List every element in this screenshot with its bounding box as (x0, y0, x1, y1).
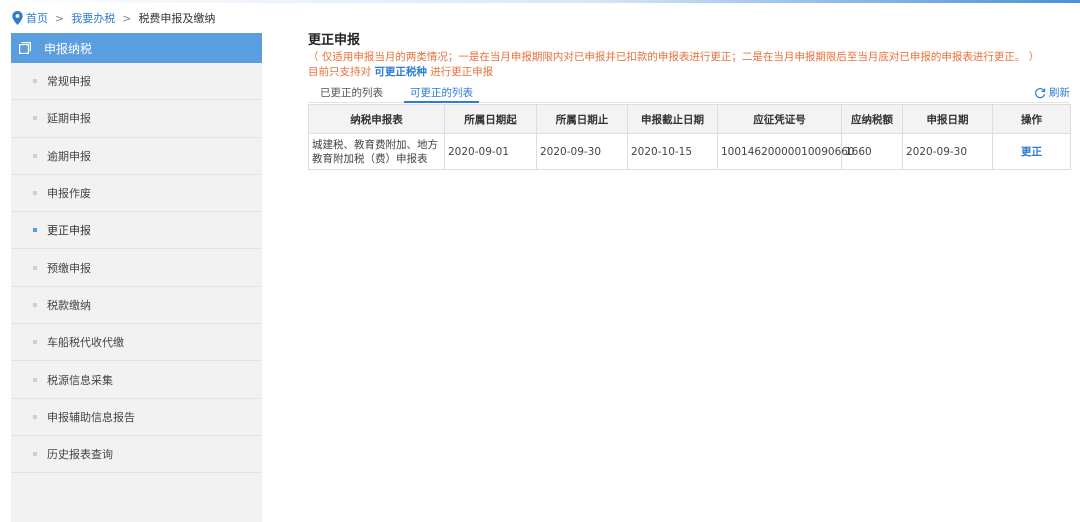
sidebar-header[interactable]: 申报纳税 (11, 33, 262, 63)
column-header: 申报截止日期 (627, 104, 718, 134)
bullet-icon (33, 191, 37, 196)
cell-deadline: 2020-10-15 (627, 133, 718, 170)
sidebar-item-auxiliary-report[interactable]: 申报辅助信息报告 (11, 399, 262, 436)
sidebar-item-prepayment-declaration[interactable]: 预缴申报 (11, 249, 262, 287)
menu-list-icon (19, 42, 31, 54)
sidebar-item-vehicle-tax[interactable]: 车船税代收代缴 (11, 324, 262, 362)
sidebar-item-correction-declaration[interactable]: 更正申报 (11, 212, 262, 250)
refresh-icon (1035, 87, 1046, 98)
sidebar-item-regular-declaration[interactable]: 常规申报 (11, 63, 262, 101)
column-header: 纳税申报表 (308, 104, 445, 134)
sidebar-item-label: 预缴申报 (47, 261, 91, 275)
sidebar-item-label: 申报辅助信息报告 (47, 410, 135, 424)
breadcrumb: 首页 > 我要办税 > 税费申报及缴纳 (12, 11, 215, 25)
cell-tax-amount: 1660 (841, 133, 903, 170)
bullet-icon (33, 302, 37, 307)
main-content: 更正申报 （ 仅适用申报当月的两类情况；一是在当月申报期限内对已申报并已扣款的申… (308, 33, 1071, 170)
bullet-icon (33, 377, 37, 382)
column-header: 应纳税额 (841, 104, 903, 134)
sidebar-item-label: 税款缴纳 (47, 298, 91, 312)
sidebar-item-label: 税源信息采集 (47, 373, 113, 387)
sidebar-item-overdue-declaration[interactable]: 逾期申报 (11, 138, 262, 175)
sidebar-item-tax-source-collection[interactable]: 税源信息采集 (11, 361, 262, 399)
cell-declare-date: 2020-09-30 (902, 133, 993, 170)
correctable-table: 纳税申报表 所属日期起 所属日期止 申报截止日期 应征凭证号 应纳税额 申报日期… (308, 104, 1071, 170)
location-pin-icon (12, 11, 23, 25)
sidebar-item-label: 申报作废 (47, 187, 91, 201)
refresh-label: 刷新 (1049, 87, 1070, 99)
sidebar-title: 申报纳税 (44, 41, 93, 56)
sidebar-item-label: 更正申报 (47, 224, 91, 238)
bullet-icon (33, 116, 37, 121)
breadcrumb-section-link[interactable]: 我要办税 (71, 10, 115, 26)
page-title: 更正申报 (308, 33, 361, 48)
cell-voucher-number: 10014620000010090660 (717, 133, 855, 170)
cell-period-start: 2020-09-01 (444, 133, 537, 170)
tab-correctable-list[interactable]: 可更正的列表 (404, 85, 479, 103)
list-tabs: 已更正的列表 可更正的列表 刷新 (308, 85, 1070, 103)
correctable-tax-types-link[interactable]: 可更正税种 (374, 66, 427, 78)
correct-button[interactable]: 更正 (1021, 146, 1042, 158)
table-row: 城建税、教育费附加、地方教育附加税（费）申报表 2020-09-01 2020-… (308, 133, 1071, 170)
column-header: 所属日期止 (536, 104, 628, 134)
sidebar-item-label: 延期申报 (47, 112, 91, 126)
sidebar-item-label: 历史报表查询 (47, 448, 113, 462)
notice-text: （ 仅适用申报当月的两类情况；一是在当月申报期限内对已申报并已扣款的申报表进行更… (308, 51, 1040, 63)
notice-support-text: 目前只支持对 可更正税种 进行更正申报 (308, 65, 1070, 79)
cell-action: 更正 (992, 133, 1071, 170)
sidebar: 申报纳税 常规申报 延期申报 逾期申报 申报作废 更正申报 预缴申报 税款缴纳 … (11, 33, 262, 522)
breadcrumb-home-link[interactable]: 首页 (26, 10, 48, 26)
column-header: 操作 (992, 104, 1071, 134)
sidebar-item-label: 常规申报 (47, 75, 91, 89)
sidebar-item-deferred-declaration[interactable]: 延期申报 (11, 100, 262, 138)
notice-suffix: 进行更正申报 (430, 66, 494, 78)
bullet-icon (33, 79, 37, 84)
sidebar-item-void-declaration[interactable]: 申报作废 (11, 175, 262, 213)
breadcrumb-current: 税费申报及缴纳 (138, 12, 216, 25)
column-header: 应征凭证号 (717, 104, 842, 134)
tab-corrected-list[interactable]: 已更正的列表 (320, 85, 383, 103)
breadcrumb-separator: > (55, 11, 65, 25)
bullet-icon (33, 340, 37, 345)
column-header: 所属日期起 (444, 104, 537, 134)
bullet-icon (33, 153, 37, 158)
table-header-row: 纳税申报表 所属日期起 所属日期止 申报截止日期 应征凭证号 应纳税额 申报日期… (308, 104, 1071, 134)
breadcrumb-separator: > (122, 11, 132, 25)
bullet-icon (33, 265, 37, 270)
sidebar-item-label: 车船税代收代缴 (47, 336, 124, 350)
bullet-icon (33, 414, 37, 419)
bullet-icon (33, 452, 37, 457)
sidebar-item-label: 逾期申报 (47, 149, 91, 163)
sidebar-item-tax-payment[interactable]: 税款缴纳 (11, 287, 262, 325)
refresh-button[interactable]: 刷新 (1034, 85, 1070, 100)
top-accent-line (0, 0, 1080, 3)
bullet-icon (33, 228, 37, 233)
column-header: 申报日期 (902, 104, 993, 134)
cell-form-name: 城建税、教育费附加、地方教育附加税（费）申报表 (308, 133, 445, 170)
notice-prefix: 目前只支持对 (308, 66, 371, 78)
cell-period-end: 2020-09-30 (536, 133, 628, 170)
sidebar-item-history-query[interactable]: 历史报表查询 (11, 436, 262, 474)
